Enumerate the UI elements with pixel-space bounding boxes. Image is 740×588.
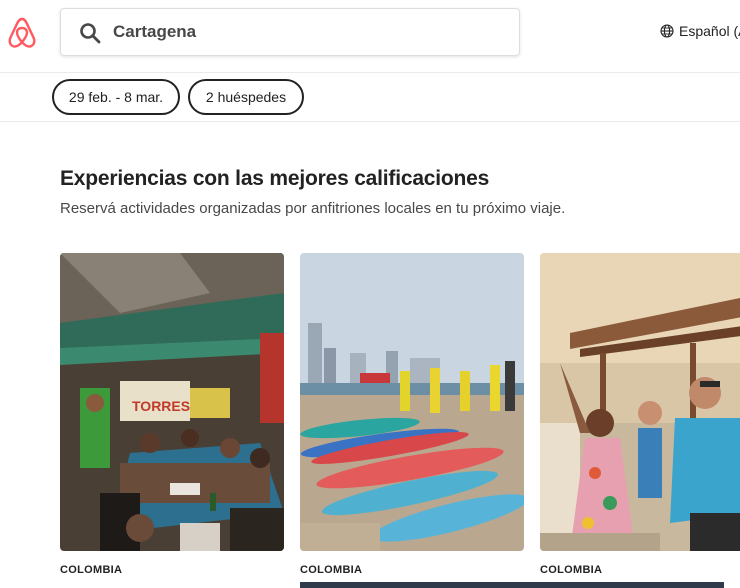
- experience-card[interactable]: TORRES COLOMBIA: [60, 253, 284, 576]
- airbnb-logo-icon[interactable]: [6, 16, 38, 50]
- language-label: Español (A: [679, 23, 740, 39]
- dates-filter-button[interactable]: 29 feb. - 8 mar.: [52, 79, 180, 115]
- language-selector[interactable]: Español (A: [660, 23, 740, 39]
- experience-country: COLOMBIA: [300, 564, 363, 576]
- experience-card[interactable]: COLOMBIA: [300, 253, 524, 576]
- globe-icon: [660, 24, 674, 38]
- experience-country: COLOMBIA: [60, 564, 123, 576]
- svg-text:TORRES: TORRES: [132, 398, 190, 414]
- experience-photo[interactable]: TORRES: [60, 253, 284, 551]
- experience-photo[interactable]: [540, 253, 740, 551]
- guests-filter-button[interactable]: 2 huéspedes: [188, 79, 304, 115]
- experience-photo[interactable]: [300, 253, 524, 551]
- next-row-image-edge: [300, 582, 724, 588]
- top-bar: Cartagena Español (A: [0, 0, 740, 73]
- section-subtitle: Reservá actividades organizadas por anfi…: [60, 200, 566, 217]
- section-title: Experiencias con las mejores calificacio…: [60, 167, 490, 190]
- filter-bar: 29 feb. - 8 mar. 2 huéspedes: [0, 73, 740, 122]
- experience-card[interactable]: COLOMBIA: [540, 253, 740, 576]
- experience-country: COLOMBIA: [540, 564, 603, 576]
- search-icon: [79, 22, 101, 44]
- search-box[interactable]: Cartagena: [60, 8, 520, 56]
- search-input[interactable]: Cartagena: [113, 22, 196, 42]
